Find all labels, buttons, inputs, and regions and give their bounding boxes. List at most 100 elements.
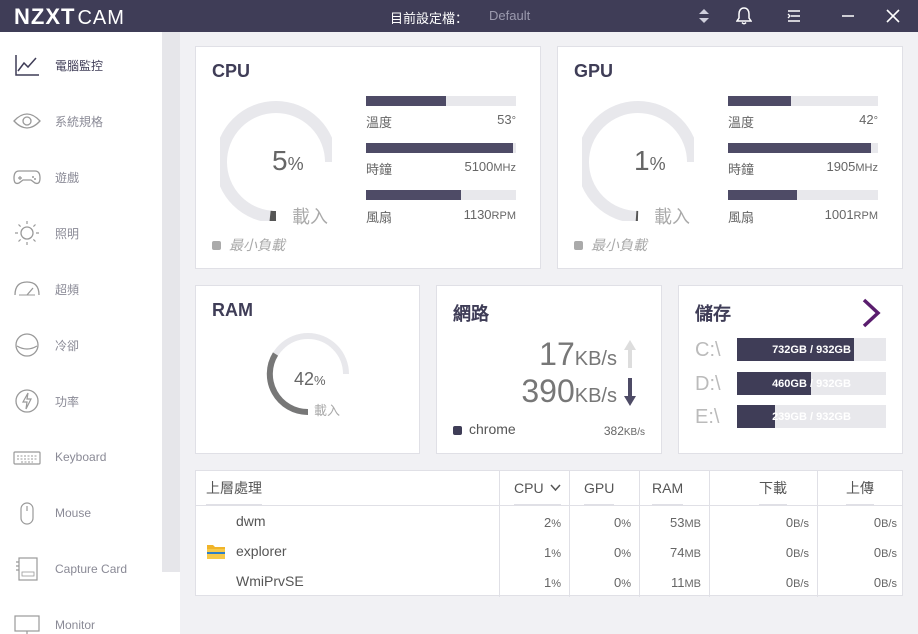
sidebar-item-mouse[interactable]: Mouse bbox=[0, 485, 160, 541]
sidebar-item-system-specs[interactable]: 系統規格 bbox=[0, 93, 160, 149]
sidebar-item-cooling[interactable]: 冷卻 bbox=[0, 317, 160, 373]
process-cpu: 2% bbox=[543, 515, 561, 530]
minimize-to-tray-icon[interactable] bbox=[784, 6, 804, 26]
download-arrow-icon bbox=[624, 378, 636, 406]
profile-label: 目前設定檔： bbox=[390, 11, 469, 26]
top-network-process: chrome bbox=[469, 421, 516, 437]
capture-card-icon bbox=[12, 555, 42, 583]
sidebar-item-keyboard[interactable]: Keyboard bbox=[0, 429, 160, 485]
process-download: 0B/s bbox=[785, 545, 809, 560]
profile-selector[interactable]: Default bbox=[489, 8, 530, 23]
gpu-load-value: 1% bbox=[634, 145, 666, 176]
chart-line-icon bbox=[12, 51, 42, 79]
cpu-card[interactable]: CPU 5% 載入 最小負載 溫度 53° 時鐘 5100MHz 風扇 1130… bbox=[195, 46, 541, 269]
column-header-download[interactable]: 下載 bbox=[759, 471, 787, 505]
cpu-title: CPU bbox=[212, 61, 251, 81]
sidebar-item-label: 照明 bbox=[55, 226, 80, 241]
process-gpu: 0% bbox=[613, 575, 631, 590]
cpu-fan-bar bbox=[366, 190, 516, 200]
drive-e-label: E:\ bbox=[695, 406, 720, 428]
ram-load-value: 42% bbox=[294, 369, 326, 389]
process-ram: 53MB bbox=[670, 515, 701, 530]
speedometer-icon bbox=[12, 275, 42, 303]
profile-sort-icon[interactable] bbox=[694, 6, 714, 26]
sidebar-item-label: 冷卻 bbox=[55, 338, 80, 353]
process-cpu: 1% bbox=[543, 575, 561, 590]
process-ram: 74MB bbox=[670, 545, 701, 560]
sun-icon bbox=[12, 219, 42, 247]
storage-title: 儲存 bbox=[695, 304, 731, 324]
process-ram: 11MB bbox=[671, 575, 701, 590]
mouse-icon bbox=[12, 499, 42, 527]
gamepad-icon bbox=[12, 163, 42, 191]
sidebar-item-label: 超頻 bbox=[55, 282, 80, 297]
sidebar-item-overclocking[interactable]: 超頻 bbox=[0, 261, 160, 317]
sidebar-item-label: Capture Card bbox=[55, 562, 128, 576]
process-download: 0B/s bbox=[785, 515, 809, 530]
monitor-icon bbox=[12, 611, 42, 634]
cpu-min-load: 最小負載 bbox=[212, 235, 285, 255]
column-header-gpu[interactable]: GPU bbox=[584, 471, 615, 505]
fan-icon bbox=[12, 331, 42, 359]
process-cpu: 1% bbox=[543, 545, 561, 560]
eye-icon bbox=[12, 107, 42, 135]
sidebar-item-games[interactable]: 遊戲 bbox=[0, 149, 160, 205]
sidebar-item-label: Monitor bbox=[55, 618, 96, 632]
drive-d-label: D:\ bbox=[695, 373, 721, 395]
gpu-fan-value: 1001RPM bbox=[824, 207, 878, 222]
cpu-temp-value: 53° bbox=[497, 112, 516, 127]
header-divider bbox=[196, 505, 902, 506]
lightning-icon bbox=[12, 387, 42, 415]
process-gpu: 0% bbox=[613, 515, 631, 530]
chevron-right-icon[interactable] bbox=[861, 298, 881, 328]
sidebar-item-label: 遊戲 bbox=[55, 170, 80, 185]
gpu-clock-bar bbox=[728, 143, 878, 153]
sidebar-item-capture-card[interactable]: Capture Card bbox=[0, 541, 160, 597]
column-header-cpu[interactable]: CPU bbox=[514, 471, 561, 505]
sidebar-item-pc-monitoring[interactable]: 電腦監控 bbox=[0, 37, 160, 93]
cpu-fan-value: 1130RPM bbox=[463, 207, 516, 222]
sidebar-item-label: 功率 bbox=[55, 394, 80, 409]
sidebar-item-label: 系統規格 bbox=[55, 114, 104, 129]
sidebar-item-label: Keyboard bbox=[55, 450, 107, 464]
process-download: 0B/s bbox=[785, 575, 809, 590]
upload-arrow-icon bbox=[624, 340, 636, 368]
top-network-process-speed: 382KB/s bbox=[603, 424, 645, 438]
process-name: dwm bbox=[236, 513, 266, 529]
drive-e-usage: 239GB / 932GB bbox=[772, 410, 851, 423]
process-name: WmiPrvSE bbox=[236, 573, 304, 589]
process-table: 上層處理 CPU GPU RAM 下載 上傳 dwm 2% 0% 53MB 0B… bbox=[195, 470, 903, 597]
sidebar-item-lighting[interactable]: 照明 bbox=[0, 205, 160, 261]
storage-card[interactable]: 儲存 C:\ 732GB / 932GB D:\ 460GB / 932GB E… bbox=[678, 285, 903, 454]
column-header-process[interactable]: 上層處理 bbox=[206, 471, 262, 505]
close-icon[interactable] bbox=[883, 6, 903, 26]
drive-e-bar: 239GB / 932GB bbox=[737, 405, 886, 428]
cpu-temp-label: 溫度 bbox=[366, 115, 393, 130]
sidebar-item-monitor[interactable]: Monitor bbox=[0, 597, 160, 634]
ram-card[interactable]: RAM 42% 載入 bbox=[195, 285, 420, 454]
cpu-load-label: 載入 bbox=[292, 207, 328, 227]
drive-d-bar: 460GB / 932GB bbox=[737, 372, 886, 395]
network-card[interactable]: 網路 17KB/s 390KB/s chrome 382KB/s bbox=[436, 285, 662, 454]
gpu-load-label: 載入 bbox=[654, 207, 690, 227]
cpu-temp-bar bbox=[366, 96, 516, 106]
drive-c-bar: 732GB / 932GB bbox=[737, 338, 886, 361]
folder-icon bbox=[207, 545, 225, 559]
bell-icon[interactable] bbox=[734, 6, 754, 26]
column-header-upload[interactable]: 上傳 bbox=[846, 471, 874, 505]
gpu-clock-label: 時鐘 bbox=[728, 162, 755, 177]
gpu-temp-bar bbox=[728, 96, 878, 106]
upload-speed: 17KB/s bbox=[539, 336, 617, 372]
cpu-load-value: 5% bbox=[272, 145, 304, 176]
sidebar-item-label: Mouse bbox=[55, 506, 92, 520]
column-header-ram[interactable]: RAM bbox=[652, 471, 684, 505]
sidebar-item-power[interactable]: 功率 bbox=[0, 373, 160, 429]
legend-square bbox=[212, 240, 221, 250]
minimize-icon[interactable] bbox=[838, 6, 858, 26]
process-upload: 0B/s bbox=[873, 515, 897, 530]
gpu-card[interactable]: GPU 1% 載入 最小負載 溫度 42° 時鐘 1905MHz 風扇 1001… bbox=[557, 46, 903, 269]
brand-suffix: CAM bbox=[77, 7, 125, 29]
sidebar-item-label: 電腦監控 bbox=[55, 58, 104, 73]
sidebar-scrollbar[interactable] bbox=[162, 32, 180, 572]
process-upload: 0B/s bbox=[873, 575, 897, 590]
